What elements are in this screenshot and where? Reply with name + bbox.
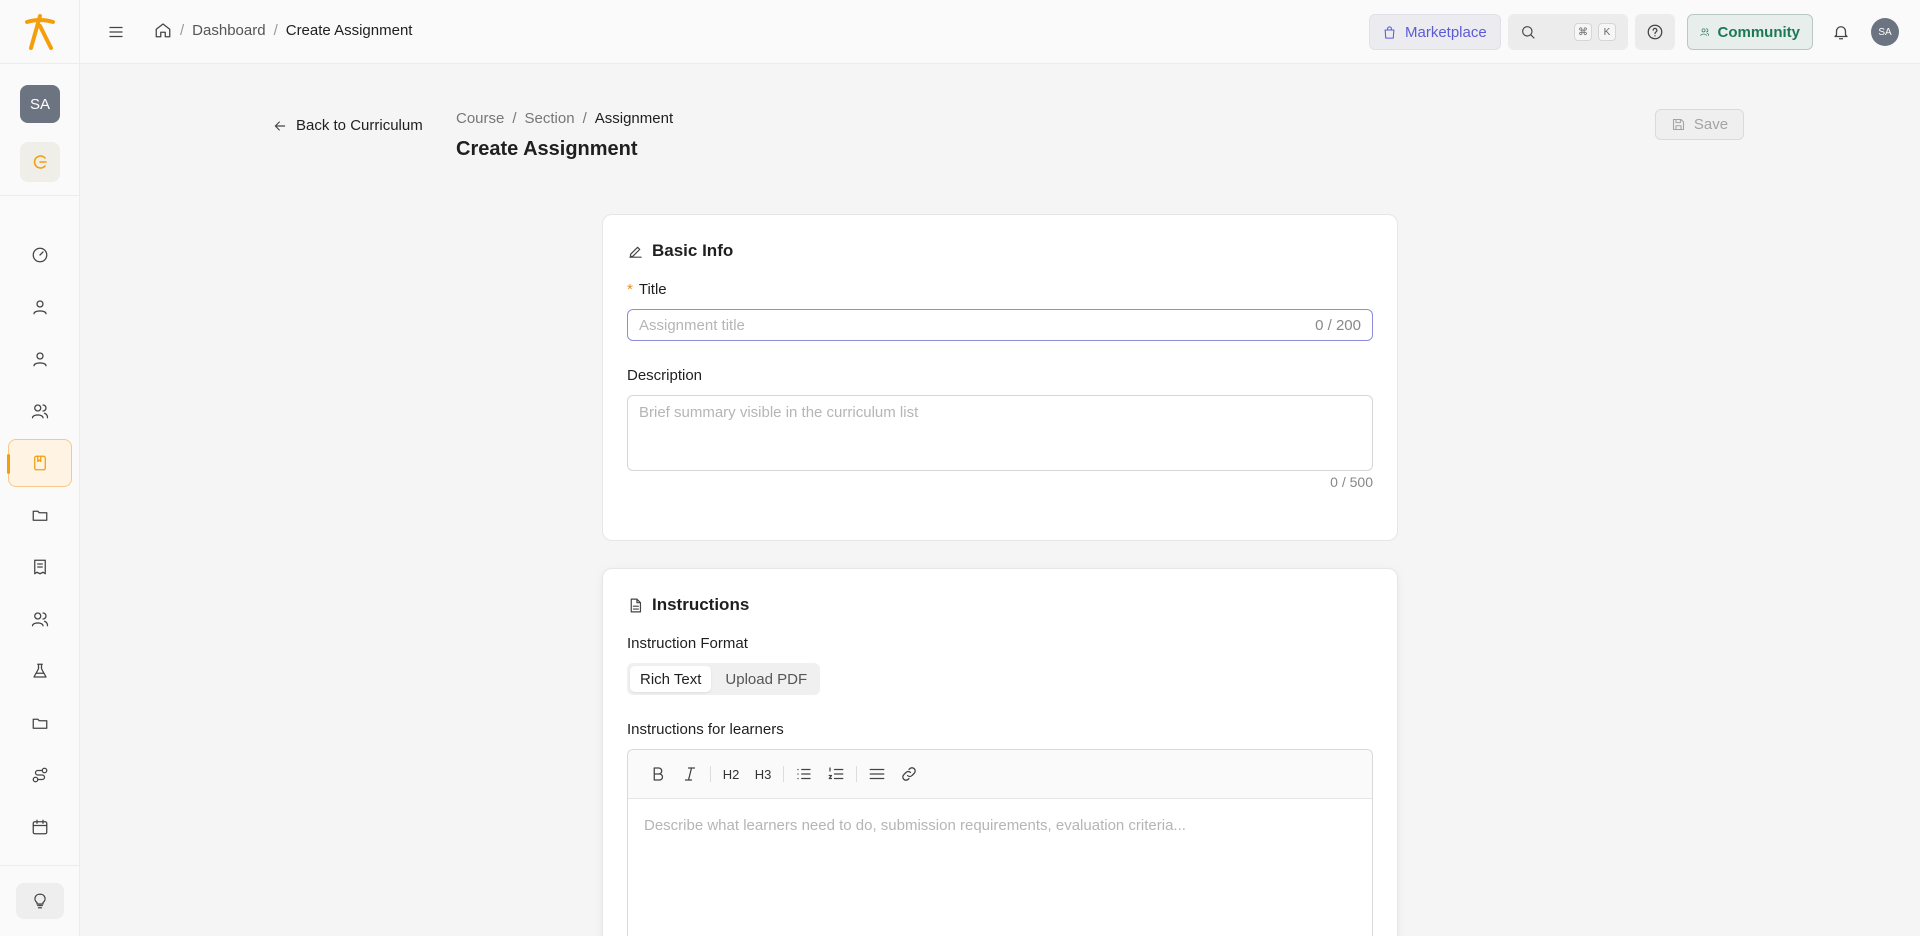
rich-text-editor: H2 H3 Describe what learners need to do,…: [627, 749, 1373, 936]
format-rich-text[interactable]: Rich Text: [630, 666, 712, 692]
document-icon: [630, 598, 642, 612]
arrow-left-icon: [274, 120, 286, 131]
link-button[interactable]: [893, 759, 925, 789]
description-textarea[interactable]: Brief summary visible in the curriculum …: [627, 395, 1373, 471]
sidebar-item-user[interactable]: [8, 283, 72, 331]
sidebar-item-dashboard[interactable]: [8, 231, 72, 279]
breadcrumb-dashboard[interactable]: Dashboard: [192, 22, 265, 39]
description-label: Description: [627, 367, 703, 384]
users-icon: [31, 404, 49, 419]
receipt-icon: [34, 559, 46, 575]
user-avatar[interactable]: SA: [1871, 18, 1899, 46]
lightbulb-icon: [34, 893, 46, 909]
link-icon: [902, 767, 916, 781]
sidebar-item-files[interactable]: [8, 491, 72, 539]
editor-toolbar: H2 H3: [628, 750, 1372, 799]
bell-icon: [1834, 26, 1848, 40]
folder-icon: [32, 718, 48, 729]
breadcrumb-current: Create Assignment: [285, 21, 413, 39]
bullet-list-button[interactable]: [788, 759, 820, 789]
edit-icon: [629, 246, 642, 258]
back-to-curriculum-link[interactable]: Back to Curriculum: [272, 117, 423, 134]
format-toggle: Rich Text Upload PDF: [627, 663, 821, 695]
sidebar-divider: [0, 195, 80, 196]
editor-content[interactable]: Describe what learners need to do, submi…: [628, 799, 1372, 852]
sidebar-item-user-2[interactable]: [8, 335, 72, 383]
title-label: * Title: [627, 281, 667, 298]
calendar-icon: [32, 819, 48, 835]
menu-toggle[interactable]: [104, 20, 128, 44]
shopping-bag-icon: [1384, 25, 1395, 39]
help-icon: [1647, 24, 1663, 40]
sidebar: SA: [0, 0, 80, 936]
heading-3-button[interactable]: H3: [747, 759, 779, 789]
dashboard-icon: [32, 247, 48, 263]
flask-icon: [33, 663, 47, 678]
route-icon: [32, 767, 48, 783]
user-icon: [33, 300, 47, 315]
numbered-list-button[interactable]: [820, 759, 852, 789]
bold-icon: [653, 767, 664, 781]
bold-button[interactable]: [642, 759, 674, 789]
book-icon: [34, 455, 46, 471]
sidebar-item-groups[interactable]: [8, 595, 72, 643]
user-icon: [33, 352, 47, 367]
crumb-course[interactable]: Course: [456, 110, 504, 127]
basic-info-card: Basic Info * Title Assignment title 0 / 2…: [602, 214, 1398, 541]
save-button[interactable]: Save: [1655, 109, 1744, 140]
search-button[interactable]: ⌘ K: [1508, 14, 1628, 50]
learner-instructions-label: Instructions for learners: [627, 721, 784, 738]
save-icon: [1672, 118, 1684, 131]
heading-2-button[interactable]: H2: [715, 759, 747, 789]
tips-button[interactable]: [16, 883, 64, 919]
home-icon[interactable]: [154, 21, 172, 39]
hamburger-icon: [109, 26, 123, 38]
sidebar-divider: [0, 865, 80, 866]
title-counter: 0 / 200: [1315, 316, 1361, 334]
sidebar-avatar[interactable]: SA: [20, 85, 60, 123]
numbered-list-icon: [828, 767, 844, 780]
app-logo[interactable]: [0, 0, 80, 64]
sidebar-item-reports[interactable]: [8, 543, 72, 591]
italic-button[interactable]: [674, 759, 706, 789]
users-icon: [31, 612, 49, 627]
help-button[interactable]: [1635, 14, 1675, 50]
top-bar: / Dashboard / Create Assignment Marketpl…: [80, 0, 1920, 64]
title-input[interactable]: Assignment title 0 / 200: [627, 309, 1373, 341]
notifications-button[interactable]: [1823, 14, 1859, 50]
crumb-assignment: Assignment: [594, 110, 674, 127]
sidebar-item-users[interactable]: [8, 387, 72, 435]
folder-icon: [32, 510, 48, 521]
breadcrumb: / Dashboard / Create Assignment: [154, 21, 412, 39]
logo-icon: [25, 13, 55, 50]
format-label: Instruction Format: [627, 635, 748, 652]
italic-icon: [684, 767, 696, 781]
marketplace-button[interactable]: Marketplace: [1369, 14, 1501, 50]
bullet-list-icon: [797, 768, 811, 780]
basic-info-heading: Basic Info: [627, 241, 733, 261]
shortcut-key-k: K: [1598, 23, 1616, 41]
instructions-heading: Instructions: [627, 595, 749, 615]
sidebar-item-courses[interactable]: [7, 439, 72, 487]
description-counter: 0 / 500: [1330, 474, 1373, 490]
sidebar-item-paths[interactable]: [8, 751, 72, 799]
shortcut-key-cmd: ⌘: [1574, 23, 1592, 41]
community-button[interactable]: Community: [1687, 14, 1813, 50]
instructions-card: Instructions Instruction Format Rich Tex…: [602, 568, 1398, 936]
org-switcher[interactable]: [20, 142, 60, 182]
format-upload-pdf[interactable]: Upload PDF: [715, 666, 817, 692]
content-breadcrumb: Course / Section / Assignment: [456, 110, 674, 127]
search-icon: [1522, 26, 1535, 39]
sidebar-item-calendar[interactable]: [8, 803, 72, 851]
horizontal-rule-icon: [869, 768, 885, 780]
divider-button[interactable]: [861, 759, 893, 789]
sidebar-item-library[interactable]: [8, 699, 72, 747]
crumb-section[interactable]: Section: [525, 110, 575, 127]
users-icon: [1700, 28, 1710, 36]
page-title: Create Assignment: [456, 138, 638, 160]
org-logo-icon: [33, 155, 47, 169]
sidebar-item-labs[interactable]: [8, 647, 72, 695]
